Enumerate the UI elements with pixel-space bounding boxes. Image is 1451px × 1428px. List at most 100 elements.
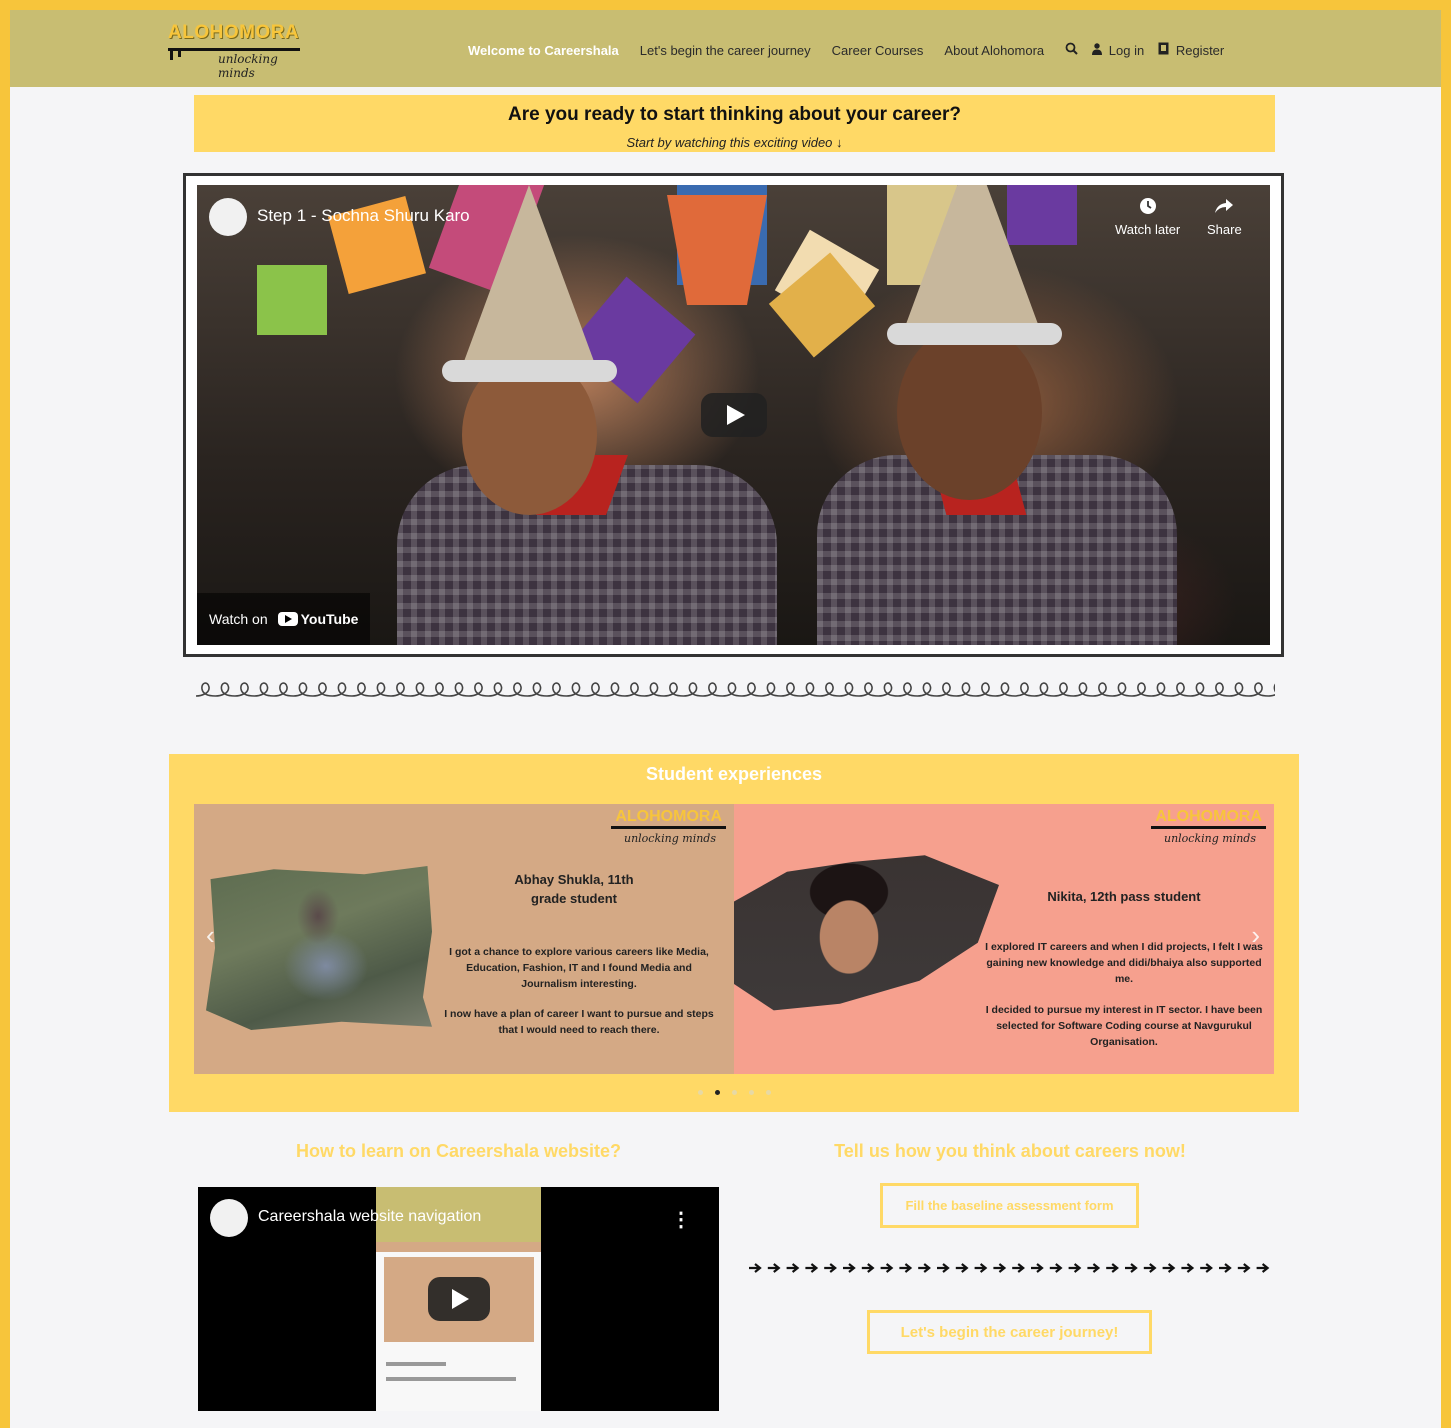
logo-key-icon (168, 48, 300, 60)
arrow-right-icon (1012, 1263, 1025, 1273)
logo-subtitle: unlocking minds (218, 52, 278, 80)
channel-avatar[interactable] (209, 198, 247, 236)
party-hat-trim (442, 360, 617, 382)
arrow-right-icon (1219, 1263, 1232, 1273)
kite-decoration (667, 195, 767, 305)
search-icon (1065, 42, 1078, 55)
nav-career-journey[interactable]: Let's begin the career journey (640, 43, 811, 58)
carousel-dot[interactable] (731, 1090, 737, 1095)
card-logo: ALOHOMORA unlocking minds (606, 808, 726, 852)
learn-title: How to learn on Careershala website? (295, 1141, 622, 1161)
party-hat (459, 185, 599, 375)
student-quote-2: I decided to pursue my interest in IT se… (985, 1004, 1263, 1048)
arrow-right-icon (1256, 1263, 1270, 1273)
student-experiences-section: Student experiences ALOHOMORA unlocking … (169, 754, 1299, 1112)
nav-career-courses[interactable]: Career Courses (832, 43, 924, 58)
channel-avatar[interactable] (210, 1199, 248, 1237)
arrow-right-icon (1087, 1263, 1101, 1273)
carousel-dot[interactable] (714, 1090, 720, 1095)
main-video-player[interactable]: Step 1 - Sochna Shuru Karo Watch later S… (197, 185, 1270, 645)
youtube-label: YouTube (300, 611, 359, 627)
arrow-right-icon (1181, 1263, 1195, 1273)
arrow-right-icon (861, 1263, 875, 1273)
banner-title: Are you ready to start thinking about yo… (508, 104, 961, 125)
login-link[interactable]: Log in (1092, 43, 1144, 58)
party-hat-trim (887, 323, 1062, 345)
site-logo[interactable]: ALOHOMORA unlocking minds (168, 22, 318, 80)
site-header: ALOHOMORA unlocking minds Welcome to Car… (10, 10, 1441, 87)
register-icon (1158, 42, 1169, 55)
register-link[interactable]: Register (1158, 42, 1224, 58)
nav-about[interactable]: About Alohomora (944, 43, 1044, 58)
clock-icon (1115, 197, 1180, 220)
arrow-right-icon (993, 1263, 1007, 1273)
student-quote-1: I explored IT careers and when I did pro… (985, 941, 1263, 985)
youtube-icon (277, 612, 298, 626)
watch-on-label: Watch on (209, 611, 268, 627)
navigation-video-player[interactable]: Careershala website navigation ⋮ (198, 1187, 719, 1411)
search-button[interactable] (1065, 42, 1078, 58)
squiggle-divider (195, 682, 1275, 697)
youtube-logo: YouTube (277, 611, 359, 627)
thumb-line (386, 1377, 516, 1381)
main-video-frame: Step 1 - Sochna Shuru Karo Watch later S… (183, 173, 1284, 657)
arrow-right-icon (1237, 1263, 1251, 1273)
card-logo: ALOHOMORA unlocking minds (1146, 808, 1266, 852)
student-face (897, 325, 1042, 500)
carousel-next-button[interactable]: › (1251, 920, 1260, 951)
carousel-dot[interactable] (765, 1090, 771, 1095)
share-button[interactable]: Share (1207, 197, 1242, 237)
arrow-right-icon (843, 1263, 856, 1273)
card-logo-title: ALOHOMORA (615, 808, 722, 825)
student-photo (206, 866, 432, 1030)
page: ALOHOMORA unlocking minds Welcome to Car… (10, 10, 1441, 1428)
share-icon (1207, 197, 1242, 220)
arrow-right-icon (880, 1263, 894, 1273)
watch-later-button[interactable]: Watch later (1115, 197, 1180, 237)
logo-title: ALOHOMORA (168, 22, 300, 43)
card-logo-subtitle: unlocking minds (624, 832, 716, 845)
arrow-right-icon (824, 1263, 837, 1273)
card-logo-key-icon (611, 826, 726, 829)
arrow-right-icon (1162, 1263, 1176, 1273)
kite-decoration (257, 265, 327, 335)
thumb-line (386, 1362, 446, 1366)
carousel-dots (169, 1082, 1299, 1100)
arrow-right-icon (805, 1263, 819, 1273)
arrow-right-icon (918, 1263, 931, 1273)
arrow-right-icon (1200, 1263, 1213, 1273)
nav-welcome[interactable]: Welcome to Careershala (468, 43, 619, 58)
carousel-prev-button[interactable]: ‹ (206, 920, 215, 951)
arrow-right-icon (767, 1263, 781, 1273)
carousel-dot[interactable] (748, 1090, 754, 1095)
arrow-right-icon (937, 1263, 950, 1273)
watch-later-label: Watch later (1115, 222, 1181, 237)
play-button[interactable] (701, 393, 767, 437)
watch-on-youtube-link[interactable]: Watch on YouTube (197, 593, 371, 645)
arrow-right-icon (899, 1263, 913, 1273)
arrow-right-icon (1031, 1263, 1044, 1273)
more-options-icon[interactable]: ⋮ (671, 1207, 691, 1232)
student-name: Abhay Shukla, 11th grade student (514, 872, 634, 906)
play-button[interactable] (428, 1277, 490, 1321)
carousel-dot[interactable] (697, 1090, 703, 1095)
student-name: Nikita, 12th pass student (1047, 889, 1201, 904)
card-logo-subtitle: unlocking minds (1164, 832, 1256, 845)
thumb-bar (376, 1242, 541, 1252)
card-logo-title: ALOHOMORA (1155, 808, 1262, 825)
intro-banner: Are you ready to start thinking about yo… (194, 95, 1275, 152)
card-logo-key-icon (1151, 826, 1266, 829)
user-icon (1092, 42, 1103, 55)
career-journey-button[interactable]: Let's begin the career journey! (867, 1310, 1152, 1354)
baseline-assessment-button[interactable]: Fill the baseline assessment form (880, 1183, 1139, 1228)
share-label: Share (1207, 222, 1242, 237)
arrow-right-icon (786, 1263, 800, 1273)
experience-card-abhay: ALOHOMORA unlocking minds Abhay Shukla, … (194, 804, 734, 1074)
navigation-video-title[interactable]: Careershala website navigation (258, 1208, 481, 1226)
tell-title: Tell us how you think about careers now! (834, 1141, 1186, 1161)
video-title[interactable]: Step 1 - Sochna Shuru Karo (257, 206, 470, 226)
arrow-right-icon (1143, 1263, 1157, 1273)
arrow-right-icon (1106, 1263, 1119, 1273)
arrow-right-icon (1125, 1263, 1138, 1273)
party-hat (902, 185, 1042, 335)
